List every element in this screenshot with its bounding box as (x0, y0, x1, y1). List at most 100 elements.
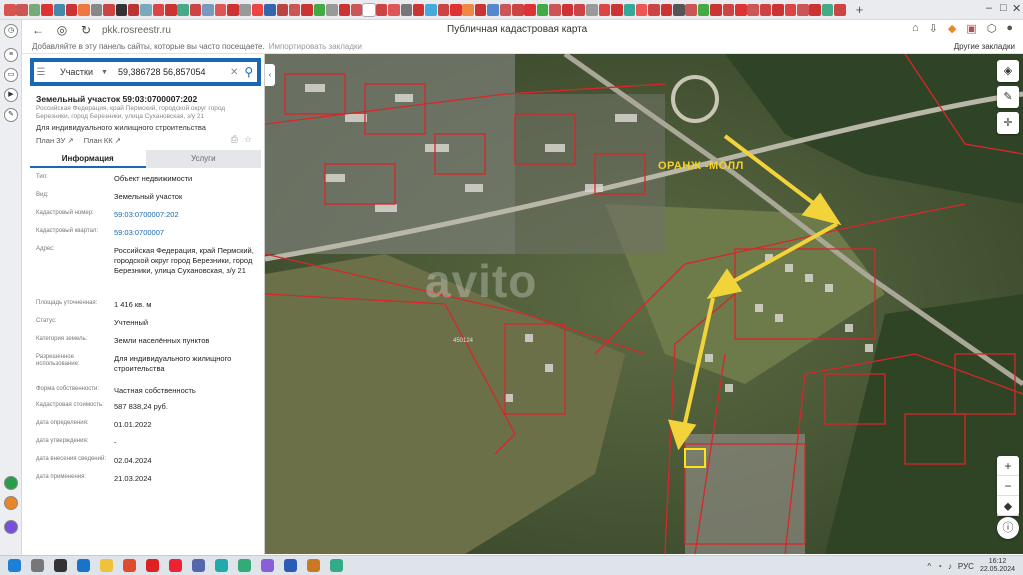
browser-tab[interactable] (28, 3, 41, 16)
browser-tab[interactable] (41, 3, 53, 16)
tab-list-icon[interactable]: ▭ (4, 68, 18, 82)
browser-tab[interactable] (784, 3, 797, 16)
explorer-icon[interactable] (100, 559, 113, 572)
browser-tab[interactable] (65, 3, 78, 16)
browser-tab[interactable] (127, 3, 140, 16)
search-input[interactable] (117, 67, 228, 77)
print-icon[interactable]: ⎙ (231, 134, 238, 145)
browser-tab[interactable] (326, 3, 338, 16)
minimize-icon[interactable]: – (986, 2, 992, 14)
new-tab-icon[interactable]: + (853, 2, 867, 17)
panel-collapse-handle[interactable]: ‹ (265, 64, 275, 86)
browser-tab[interactable] (16, 3, 28, 16)
extension-wallet-icon[interactable]: ▣ (966, 22, 976, 35)
messenger-icon[interactable] (4, 476, 18, 490)
attribute-value[interactable]: 59:03:0700007:202 (114, 210, 254, 220)
clock[interactable]: 16:12 22.05.2024 (980, 558, 1015, 574)
browser-tab[interactable] (239, 3, 251, 16)
chevron-down-icon[interactable]: ▼ (101, 69, 108, 76)
browser-tab[interactable] (53, 3, 66, 16)
refresh-icon[interactable]: ↻ (78, 22, 94, 38)
files-icon[interactable] (307, 559, 320, 572)
download-icon[interactable]: ⇩ (929, 22, 938, 35)
restore-icon[interactable]: □ (1000, 2, 1007, 14)
back-icon[interactable]: ← (30, 22, 46, 38)
info-icon[interactable]: ⓘ (997, 517, 1019, 539)
browser-tab[interactable] (809, 3, 821, 16)
browser-tab[interactable] (264, 3, 276, 16)
tab-services[interactable]: Услуги (145, 150, 261, 168)
browser-tab[interactable] (623, 3, 636, 16)
browser-tab[interactable] (759, 3, 772, 16)
search-category-select[interactable]: Участки (60, 67, 93, 77)
browser-tab[interactable] (648, 3, 660, 16)
browser-tab[interactable] (834, 3, 846, 16)
browser-tab[interactable] (821, 3, 834, 16)
layers-icon[interactable]: ◈ (997, 60, 1019, 82)
notes-icon[interactable]: ✎ (4, 108, 18, 122)
other-bookmarks-button[interactable]: Другие закладки (954, 42, 1015, 51)
browser-tab[interactable] (375, 3, 388, 16)
browser-tab[interactable] (660, 3, 673, 16)
yandex-browser-icon[interactable] (169, 559, 182, 572)
browser-tab[interactable] (189, 3, 202, 16)
search-icon[interactable]: ⚲ (244, 65, 253, 79)
browser-tab[interactable] (437, 3, 450, 16)
browser-tab[interactable] (586, 3, 598, 16)
browser-tab[interactable] (103, 3, 115, 16)
browser-tab[interactable] (450, 3, 462, 16)
yandex-icon[interactable] (146, 559, 159, 572)
browser-tab[interactable] (288, 3, 301, 16)
attribute-value[interactable]: 59:03:0700007 (114, 228, 254, 238)
browser-tab[interactable] (214, 3, 227, 16)
browser-tab[interactable] (4, 3, 16, 16)
browser-tab[interactable] (474, 3, 487, 16)
start-icon[interactable] (8, 559, 21, 572)
browser-tab[interactable] (499, 3, 512, 16)
word-icon[interactable] (284, 559, 297, 572)
cadastral-map[interactable]: ‹ avito ОРАНЖ -МОЛЛ 450124 ◈ ✎ ✛ + − ⬥ ⓘ (265, 54, 1023, 554)
star-icon[interactable]: ☆ (244, 134, 252, 145)
menu-icon[interactable]: ☰ (34, 67, 48, 78)
close-window-icon[interactable]: ✕ (1012, 2, 1021, 15)
tray-arrow-icon[interactable]: ^ (927, 562, 931, 571)
browser-tab[interactable] (177, 3, 189, 16)
browser-tab[interactable] (487, 3, 499, 16)
browser-tab[interactable] (536, 3, 549, 16)
site-info-icon[interactable]: ◎ (54, 22, 70, 38)
browser-tab[interactable] (227, 3, 239, 16)
viber-icon[interactable] (192, 559, 205, 572)
browser-tab[interactable] (202, 3, 214, 16)
browser-tab[interactable] (573, 3, 586, 16)
tab-info[interactable]: Информация (30, 150, 146, 168)
task-view-icon[interactable] (54, 559, 67, 572)
bookmark-add-icon[interactable]: ⌂ (912, 22, 919, 35)
browser-tab[interactable] (90, 3, 103, 16)
browser-tab[interactable] (673, 3, 685, 16)
extension-fox-icon[interactable]: ◆ (948, 22, 956, 35)
extensions-icon[interactable]: ⬡ (987, 22, 997, 35)
zoom-in-icon[interactable]: + (997, 456, 1019, 476)
browser-tab[interactable] (697, 3, 710, 16)
browser-tab[interactable] (313, 3, 326, 16)
browser-tab[interactable] (524, 3, 536, 16)
plan-kk-link[interactable]: План КК ↗ (84, 136, 121, 145)
browser-tab[interactable] (338, 3, 351, 16)
browser-tab[interactable] (772, 3, 784, 16)
browser-tab[interactable] (598, 3, 611, 16)
media-icon[interactable]: ▶ (4, 88, 18, 102)
volume-icon[interactable]: ♪ (948, 562, 952, 571)
edge-icon[interactable] (77, 559, 90, 572)
browser-tab[interactable] (611, 3, 623, 16)
pin-icon[interactable]: ✛ (997, 112, 1019, 134)
collections-icon[interactable]: ≡ (4, 48, 18, 62)
browser-tab[interactable] (276, 3, 289, 16)
browser-tab[interactable] (388, 3, 400, 16)
import-bookmarks-link[interactable]: Импортировать закладки (269, 42, 362, 51)
language-indicator[interactable]: РУС (958, 562, 974, 571)
maps-app-icon[interactable] (330, 559, 343, 572)
browser-tab[interactable] (722, 3, 735, 16)
clear-icon[interactable]: ✕ (230, 67, 238, 78)
url-field[interactable]: pkk.rosreestr.ru (102, 25, 171, 36)
browser-tab[interactable] (735, 3, 747, 16)
